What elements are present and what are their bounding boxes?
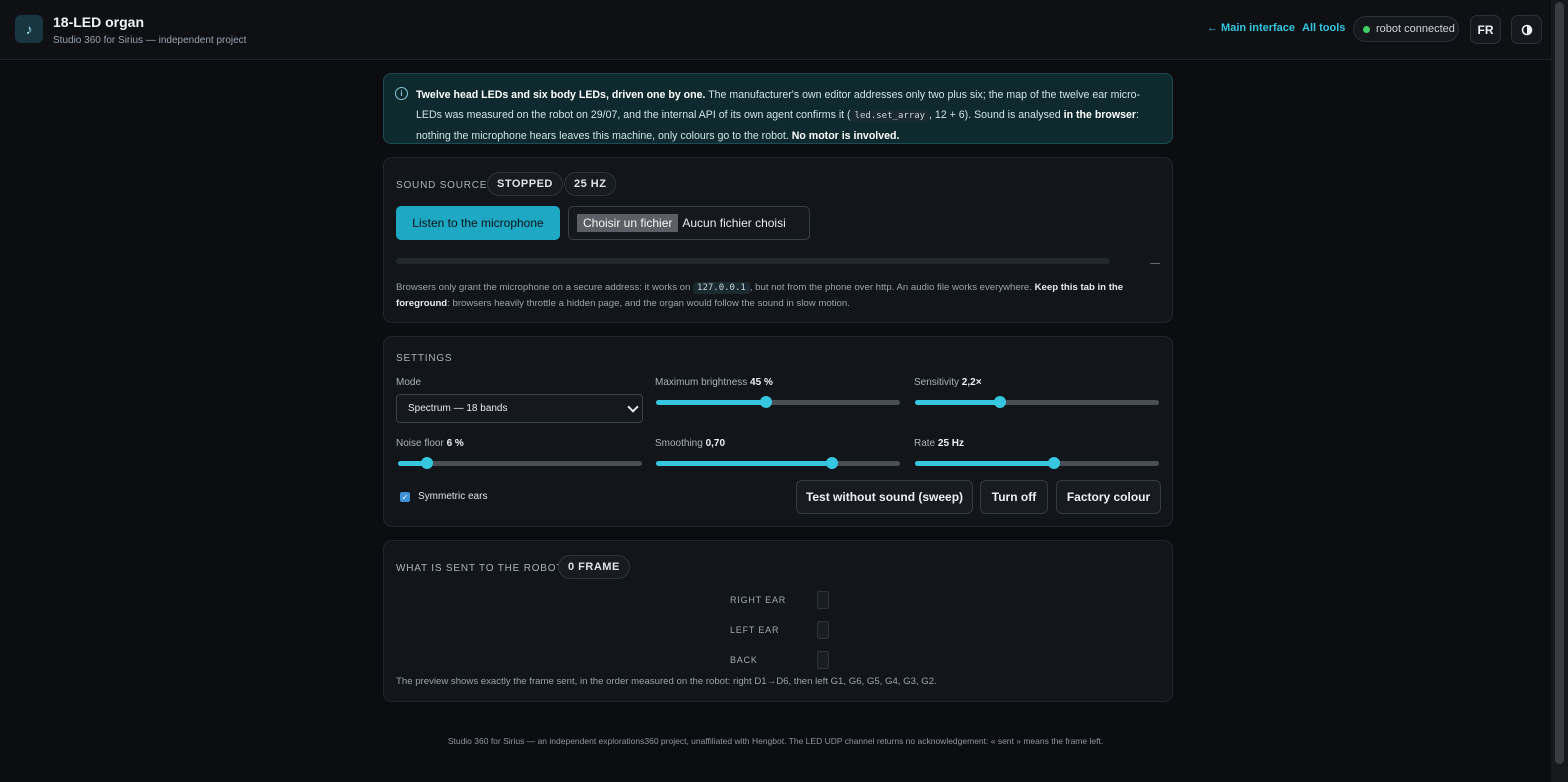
rate-value: 25 Hz	[937, 438, 965, 449]
page-footer: Studio 360 for Sirius — an independent e…	[447, 736, 1104, 746]
mode-label: Mode	[396, 377, 422, 388]
settings-card: SETTINGS Mode Spectrum — 18 bands Maximu…	[383, 336, 1173, 527]
smoothing-slider[interactable]	[656, 456, 900, 470]
mode-select-value: Spectrum — 18 bands	[408, 403, 508, 414]
turn-off-button[interactable]: Turn off	[980, 480, 1048, 514]
symmetric-ears-label: Symmetric ears	[418, 491, 488, 502]
rate-slider-thumb[interactable]	[1048, 457, 1061, 469]
noise-floor-slider[interactable]	[398, 456, 642, 470]
factory-colour-button[interactable]: Factory colour	[1056, 480, 1161, 514]
app-header: ♪ 18-LED organ Studio 360 for Sirius — i…	[0, 0, 1551, 60]
page-subtitle: Studio 360 for Sirius — independent proj…	[53, 35, 247, 46]
noise-floor-label: Noise floor 6 %	[396, 438, 464, 449]
theme-toggle-button[interactable]	[1511, 15, 1542, 44]
info-icon: i	[395, 87, 408, 100]
brightness-slider-thumb[interactable]	[759, 396, 772, 408]
music-note-icon: ♪	[15, 15, 43, 43]
sweep-test-button[interactable]: Test without sound (sweep)	[796, 480, 973, 514]
preview-card: WHAT IS SENT TO THE ROBOT 0 FRAME RIGHT …	[383, 540, 1173, 702]
info-lead: Twelve head LEDs and six body LEDs, driv…	[416, 89, 706, 101]
rate-label: Rate 25 Hz	[914, 438, 965, 449]
connection-status-badge: robot connected	[1353, 16, 1459, 42]
right-ear-led-strip	[817, 591, 829, 609]
symmetric-ears-checkbox[interactable]: ✓	[400, 492, 410, 502]
status-dot-icon	[1363, 25, 1370, 33]
audio-level-value: —	[1150, 258, 1160, 269]
info-banner: i Twelve head LEDs and six body LEDs, dr…	[383, 73, 1173, 144]
info-text-2: , 12 + 6). Sound is analysed	[929, 109, 1064, 121]
microphone-note: Browsers only grant the microphone on a …	[396, 280, 1160, 312]
choose-file-button[interactable]: Choisir un fichier	[577, 214, 679, 232]
settings-title: SETTINGS	[396, 353, 453, 364]
sound-source-card: SOUND SOURCE STOPPED 25 HZ Listen to the…	[383, 157, 1173, 323]
playback-state-badge: STOPPED	[487, 172, 563, 196]
noise-floor-slider-thumb[interactable]	[421, 457, 434, 469]
smoothing-value: 0,70	[705, 438, 726, 449]
page-title: 18-LED organ	[53, 14, 145, 30]
info-bold-3: No motor is involved.	[791, 130, 900, 142]
frame-count-badge: 0 FRAME	[558, 555, 630, 579]
sensitivity-slider[interactable]	[915, 395, 1159, 409]
contrast-icon	[1521, 24, 1532, 35]
left-ear-led-strip	[817, 621, 829, 639]
note-text-1: Browsers only grant the microphone on a …	[396, 282, 694, 293]
sensitivity-value: 2,2×	[961, 377, 982, 388]
audio-file-input[interactable]: Choisir un fichier Aucun fichier choisi	[568, 206, 810, 240]
sound-source-title: SOUND SOURCE	[396, 180, 488, 191]
info-code: led.set_array	[850, 110, 930, 122]
smoothing-slider-thumb[interactable]	[825, 457, 838, 469]
note-text-3: : browsers heavily throttle a hidden pag…	[447, 298, 850, 309]
right-ear-label: RIGHT EAR	[730, 595, 787, 605]
listen-microphone-button[interactable]: Listen to the microphone	[396, 206, 560, 240]
brightness-label: Maximum brightness 45 %	[655, 377, 773, 388]
noise-floor-value: 6 %	[446, 438, 464, 449]
audio-level-meter	[396, 258, 1110, 264]
language-button[interactable]: FR	[1470, 15, 1501, 44]
connection-status-text: robot connected	[1376, 23, 1455, 35]
rate-slider[interactable]	[915, 456, 1159, 470]
info-bold-2: in the browser	[1063, 109, 1137, 121]
note-text-2: , but not from the phone over http. An a…	[749, 282, 1035, 293]
chevron-down-icon	[627, 401, 639, 413]
sensitivity-label: Sensitivity 2,2×	[914, 377, 982, 388]
mode-select[interactable]: Spectrum — 18 bands	[396, 394, 643, 423]
preview-title: WHAT IS SENT TO THE ROBOT	[396, 563, 564, 574]
sensitivity-slider-thumb[interactable]	[994, 396, 1007, 408]
brightness-value: 45 %	[750, 377, 773, 388]
back-led-strip	[817, 651, 829, 669]
note-code: 127.0.0.1	[693, 282, 750, 294]
all-tools-link[interactable]: All tools	[1302, 22, 1345, 34]
main-interface-link[interactable]: ← Main interface	[1207, 22, 1295, 34]
brightness-slider[interactable]	[656, 395, 900, 409]
back-label: BACK	[730, 655, 758, 665]
preview-note: The preview shows exactly the frame sent…	[396, 676, 937, 687]
file-status-text: Aucun fichier choisi	[682, 216, 786, 230]
smoothing-label: Smoothing 0,70	[655, 438, 726, 449]
scrollbar-thumb[interactable]	[1555, 2, 1564, 764]
rate-badge: 25 HZ	[564, 172, 617, 196]
left-ear-label: LEFT EAR	[730, 625, 780, 635]
page-scrollbar[interactable]	[1551, 0, 1568, 782]
